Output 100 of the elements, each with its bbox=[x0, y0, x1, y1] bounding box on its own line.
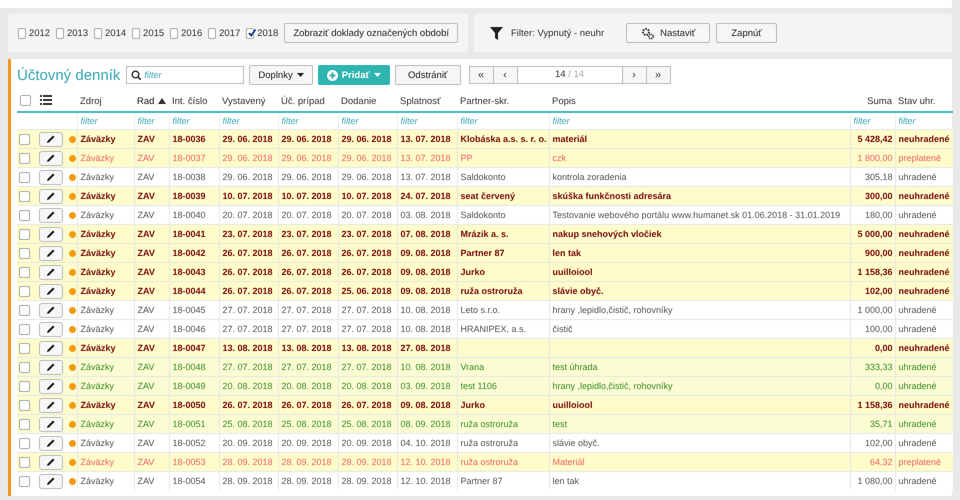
checkbox[interactable] bbox=[20, 95, 31, 106]
year-label: 2017 bbox=[219, 28, 240, 38]
checkbox[interactable] bbox=[19, 400, 30, 411]
filter-field[interactable]: filter bbox=[80, 116, 130, 126]
next-page-button[interactable]: › bbox=[622, 66, 646, 84]
checkbox[interactable] bbox=[19, 286, 30, 297]
filter-field[interactable]: filter bbox=[898, 116, 950, 126]
checkbox[interactable] bbox=[170, 28, 178, 38]
edit-button[interactable] bbox=[39, 132, 63, 146]
column-header[interactable]: Int. číslo bbox=[172, 96, 208, 106]
checkbox[interactable] bbox=[208, 28, 216, 38]
edit-button[interactable] bbox=[39, 302, 63, 318]
settings-button[interactable]: Nastaviť bbox=[626, 23, 710, 43]
checkbox[interactable] bbox=[19, 152, 30, 164]
status-dot bbox=[69, 193, 76, 200]
checkbox[interactable] bbox=[18, 28, 26, 38]
checkbox[interactable] bbox=[19, 228, 30, 240]
checkbox[interactable] bbox=[246, 28, 254, 38]
checkbox[interactable] bbox=[19, 418, 30, 430]
column-header[interactable]: Rad bbox=[137, 96, 154, 106]
gears-icon bbox=[641, 26, 654, 40]
column-header[interactable]: Úč. prípad bbox=[281, 96, 325, 106]
page-field[interactable]: 14 / 14 bbox=[516, 66, 622, 84]
checkbox[interactable] bbox=[19, 190, 30, 202]
filter-field[interactable]: filter bbox=[854, 116, 892, 126]
edit-button[interactable] bbox=[39, 398, 63, 412]
search-field[interactable]: filter bbox=[126, 66, 244, 84]
checkbox[interactable] bbox=[94, 28, 102, 38]
edit-button[interactable] bbox=[39, 208, 63, 222]
edit-button[interactable] bbox=[39, 436, 63, 450]
table-cell: Záväzky bbox=[77, 472, 134, 490]
checkbox[interactable] bbox=[19, 342, 30, 354]
checkbox[interactable] bbox=[19, 438, 30, 449]
filter-field[interactable]: filter bbox=[460, 116, 546, 126]
column-header[interactable]: Popis bbox=[552, 96, 576, 106]
table-cell: 28. 09. 2018 bbox=[219, 472, 278, 490]
edit-button[interactable] bbox=[39, 226, 63, 242]
edit-button[interactable] bbox=[39, 474, 63, 488]
enable-filter-button[interactable]: Zapnúť bbox=[716, 23, 777, 43]
first-page-button[interactable]: « bbox=[468, 66, 494, 84]
remove-button[interactable]: Odstrániť bbox=[395, 65, 460, 85]
previous-page-button[interactable]: ‹ bbox=[492, 66, 518, 84]
edit-button[interactable] bbox=[39, 284, 63, 298]
filter-field[interactable]: filter bbox=[342, 116, 394, 126]
caret-icon bbox=[374, 73, 382, 77]
edit-button[interactable] bbox=[39, 188, 63, 204]
filter-status: Filter: Vypnutý - neuhr bbox=[511, 28, 604, 38]
status-dot bbox=[69, 345, 76, 352]
status-dot bbox=[69, 364, 76, 372]
edit-button[interactable] bbox=[39, 170, 63, 184]
checkbox[interactable] bbox=[19, 476, 30, 487]
checkbox[interactable] bbox=[19, 248, 30, 259]
filter-field[interactable]: filter bbox=[138, 116, 166, 126]
checkbox[interactable] bbox=[132, 28, 140, 38]
checkbox[interactable] bbox=[19, 324, 30, 335]
status-dot bbox=[69, 174, 76, 182]
extras-dropdown[interactable]: Doplnky bbox=[249, 65, 313, 85]
column-header[interactable]: Splatnosť bbox=[400, 96, 441, 106]
edit-button[interactable] bbox=[39, 454, 63, 470]
edit-button[interactable] bbox=[39, 340, 63, 356]
filter-field[interactable]: filter bbox=[552, 116, 846, 126]
edit-button[interactable] bbox=[39, 322, 63, 336]
status-dot bbox=[69, 440, 76, 448]
checkbox[interactable] bbox=[56, 28, 64, 38]
checkbox[interactable] bbox=[19, 266, 30, 278]
column-header[interactable]: Vystavený bbox=[222, 96, 266, 106]
column-header[interactable]: Suma bbox=[867, 96, 892, 106]
filter-field[interactable]: filter bbox=[282, 116, 334, 126]
show-periods-button[interactable]: Zobraziť doklady označených období bbox=[284, 23, 458, 43]
checkbox[interactable] bbox=[19, 362, 30, 373]
last-page-button[interactable]: » bbox=[646, 66, 670, 84]
checkbox[interactable] bbox=[19, 134, 30, 145]
status-dot bbox=[69, 250, 76, 258]
plus-icon bbox=[326, 70, 338, 80]
status-dot bbox=[69, 231, 76, 238]
filter-field[interactable]: filter bbox=[172, 116, 216, 126]
column-header[interactable]: Stav uhr. bbox=[898, 96, 936, 106]
edit-button[interactable] bbox=[39, 264, 63, 280]
checkbox[interactable] bbox=[19, 380, 30, 392]
edit-button[interactable] bbox=[39, 360, 63, 374]
filter-field[interactable]: filter bbox=[400, 116, 454, 126]
filter-field[interactable]: filter bbox=[222, 116, 274, 126]
column-header[interactable]: Partner-skr. bbox=[460, 96, 510, 106]
edit-button[interactable] bbox=[39, 378, 63, 394]
edit-button[interactable] bbox=[39, 416, 63, 432]
list-icon bbox=[40, 94, 52, 104]
status-dot bbox=[69, 383, 76, 390]
status-dot bbox=[69, 402, 76, 410]
checkbox[interactable] bbox=[19, 210, 30, 221]
column-header[interactable]: Zdroj bbox=[80, 96, 102, 106]
table-cell: 12. 10. 2018 bbox=[397, 472, 457, 490]
status-dot bbox=[69, 459, 76, 466]
edit-button[interactable] bbox=[39, 246, 63, 260]
caret-icon bbox=[296, 73, 304, 77]
edit-button[interactable] bbox=[39, 150, 63, 166]
table-cell: len tak bbox=[549, 472, 850, 490]
column-header[interactable]: Dodanie bbox=[341, 96, 376, 106]
checkbox[interactable] bbox=[19, 172, 30, 183]
checkbox[interactable] bbox=[19, 304, 30, 316]
checkbox[interactable] bbox=[19, 456, 30, 468]
